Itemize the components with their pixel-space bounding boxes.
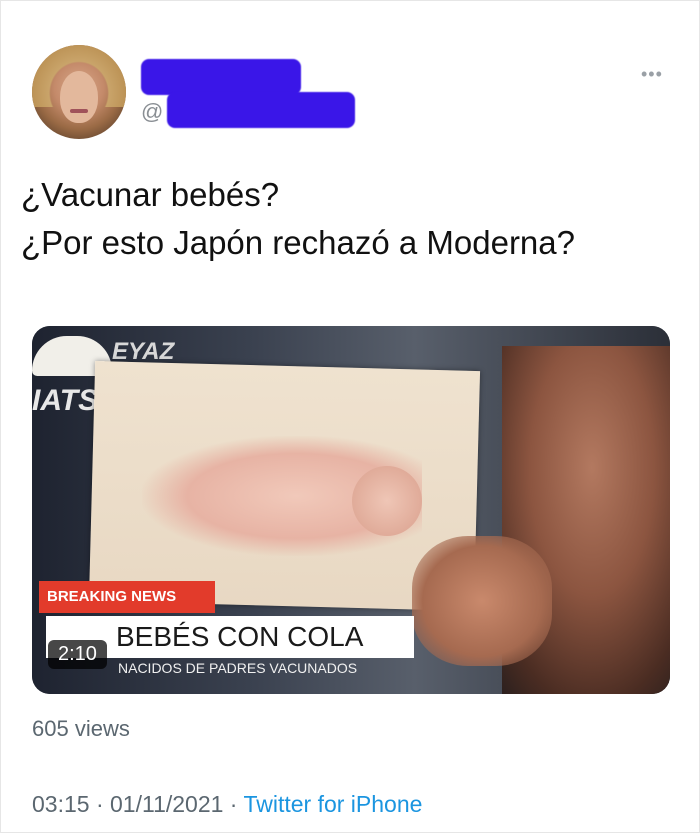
meta-separator: · bbox=[223, 791, 244, 817]
tweet-source-link[interactable]: Twitter for iPhone bbox=[243, 791, 422, 817]
meta-separator: · bbox=[89, 791, 111, 817]
more-icon[interactable]: ••• bbox=[641, 64, 663, 85]
breaking-news-banner: BREAKING NEWS bbox=[39, 581, 215, 613]
redacted-handle bbox=[167, 92, 355, 128]
tweet-date[interactable]: 01/11/2021 bbox=[110, 791, 223, 817]
tweet-card: @ ••• ¿Vacunar bebés? ¿Por esto Japón re… bbox=[0, 0, 700, 833]
video-baby-head bbox=[352, 466, 422, 536]
video-player[interactable]: EYAZ IATS BREAKING NEWS BEBÉS CON COLA N… bbox=[32, 326, 670, 694]
news-subheadline: NACIDOS DE PADRES VACUNADOS bbox=[118, 660, 358, 676]
avatar-face bbox=[60, 71, 98, 123]
video-hand bbox=[412, 536, 552, 666]
handle-prefix: @ bbox=[141, 99, 164, 124]
tweet-text-line: ¿Vacunar bebés? bbox=[21, 176, 280, 213]
tweet-time: 03:15 bbox=[32, 791, 90, 817]
view-count[interactable]: 605 views bbox=[32, 716, 130, 742]
tweet-text: ¿Vacunar bebés? ¿Por esto Japón rechazó … bbox=[21, 171, 681, 267]
avatar-mouth bbox=[70, 109, 88, 113]
redacted-display-name bbox=[141, 59, 301, 95]
tweet-text-line: ¿Por esto Japón rechazó a Moderna? bbox=[21, 224, 575, 261]
video-duration-badge: 2:10 bbox=[48, 640, 107, 669]
tweet-meta: 03:15 · 01/11/2021 · Twitter for iPhone bbox=[32, 791, 422, 818]
avatar[interactable] bbox=[32, 45, 126, 139]
video-logo-side: IATS bbox=[32, 384, 99, 417]
